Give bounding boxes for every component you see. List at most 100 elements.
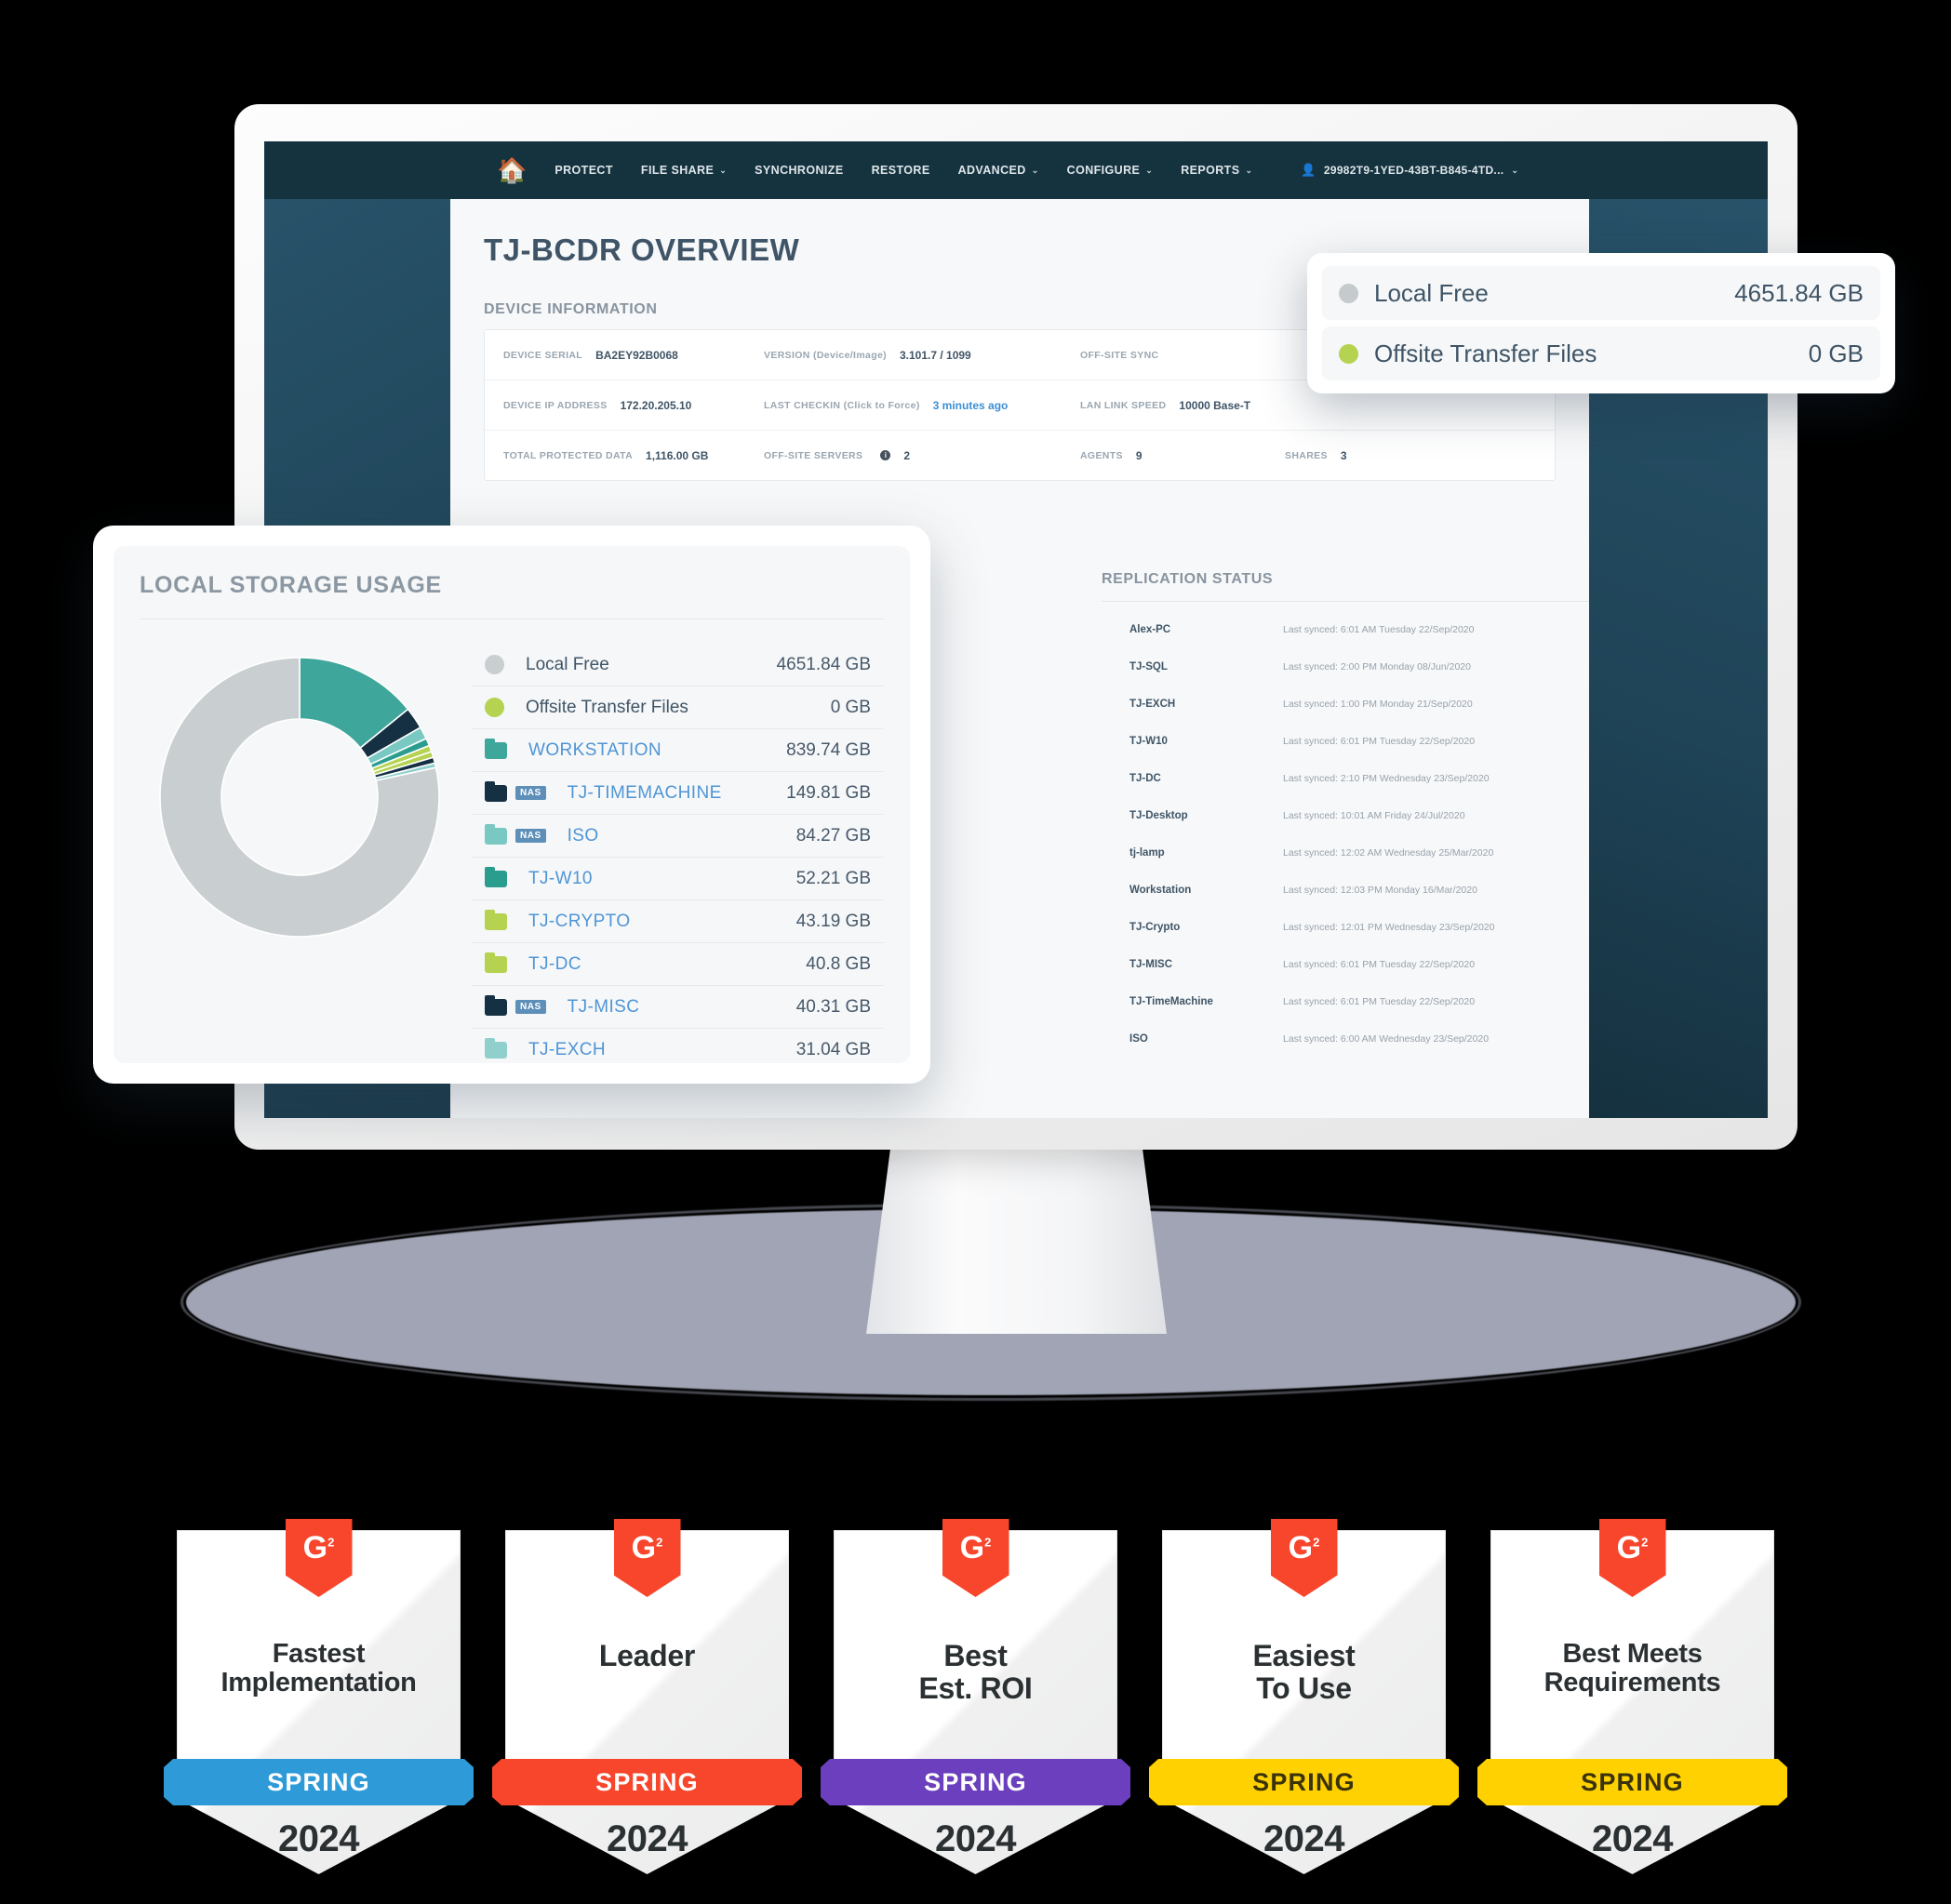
nav-item-configure[interactable]: CONFIGURE ⌄ xyxy=(1067,164,1154,177)
replication-agent-name: TJ-DC xyxy=(1129,773,1161,784)
cell-key: DEVICE SERIAL xyxy=(503,349,583,361)
nav-item-reports[interactable]: REPORTS ⌄ xyxy=(1181,164,1252,177)
storage-legend: Local Free 4651.84 GB Offsite Transfer Fil… xyxy=(472,644,884,1071)
replication-status-title: REPLICATION STATUS xyxy=(1102,571,1274,587)
badge-season-ribbon: SPRING xyxy=(821,1759,1130,1805)
user-account-menu[interactable]: 👤 29982T9-1YED-43BT-B845-4TD... ⌄ xyxy=(1301,163,1518,178)
replication-row: TJ-W10 Last synced: 6:01 PM Tuesday 22/Se… xyxy=(1102,723,1589,760)
replication-agent-name: TJ-Crypto xyxy=(1129,922,1181,933)
home-icon[interactable]: 🏠 xyxy=(497,158,527,182)
nas-badge: NAS xyxy=(515,1000,546,1014)
offsite-servers-cell: OFF-SITE SERVERS i 2 xyxy=(745,449,1062,462)
legend-left: WORKSTATION xyxy=(472,738,661,761)
chevron-down-icon: ⌄ xyxy=(719,165,728,175)
legend-row: TJ-W10 52.21 GB xyxy=(472,858,884,900)
nav-item-restore[interactable]: RESTORE xyxy=(872,164,930,177)
lan-link-speed-cell: LAN LINK SPEED 10000 Base-T xyxy=(1062,399,1350,412)
cell-value: 2 xyxy=(903,448,911,462)
nav-item-advanced[interactable]: ADVANCED ⌄ xyxy=(958,164,1039,177)
replication-agent-name: tj-lamp xyxy=(1129,847,1165,859)
replication-row: ISO Last synced: 6:00 AM Wednesday 23/Sep… xyxy=(1102,1020,1589,1058)
replication-row: TJ-TimeMachine Last synced: 6:01 PM Tuesd… xyxy=(1102,983,1589,1020)
nav-item-protect[interactable]: PROTECT xyxy=(555,164,613,177)
replication-row: TJ-EXCH Last synced: 1:00 PM Monday 21/Se… xyxy=(1102,686,1589,723)
nas-badge: NAS xyxy=(515,786,546,800)
folder-icon xyxy=(485,866,507,887)
replication-row: tj-lamp Last synced: 12:02 AM Wednesday 2… xyxy=(1102,834,1589,872)
legend-label[interactable]: TJ-EXCH xyxy=(528,1040,606,1060)
legend-left: TJ-CRYPTO xyxy=(472,909,631,932)
badge-title: Leader xyxy=(598,1639,696,1672)
divider xyxy=(1102,601,1589,602)
replication-last-synced: Last synced: 6:01 PM Tuesday 22/Sep/2020 xyxy=(1283,959,1476,970)
nav-label: FILE SHARE xyxy=(640,164,715,177)
legend-label[interactable]: ISO xyxy=(568,826,599,846)
last-checkin-cell[interactable]: LAST CHECKIN (Click to Force) 3 minutes … xyxy=(745,399,1062,412)
legend-color-dot xyxy=(1339,283,1358,303)
total-protected-data-cell: TOTAL PROTECTED DATA 1,116.00 GB xyxy=(485,449,745,462)
chevron-down-icon: ⌄ xyxy=(1245,165,1253,175)
nav-label: SYNCHRONIZE xyxy=(755,164,844,177)
g2-badge: G2 Best Est. ROI SPRING 2024 xyxy=(821,1519,1130,1874)
replication-last-synced: Last synced: 10:01 AM Friday 24/Jul/2020 xyxy=(1283,810,1465,821)
info-icon[interactable]: i xyxy=(880,450,891,460)
replication-last-synced: Last synced: 6:01 PM Tuesday 22/Sep/2020 xyxy=(1283,996,1476,1007)
legend-row: TJ-CRYPTO 43.19 GB xyxy=(472,900,884,943)
cell-value[interactable]: 3 minutes ago xyxy=(933,399,1009,412)
badge-year: 2024 xyxy=(278,1818,359,1859)
replication-agent-name: TJ-SQL xyxy=(1129,661,1168,672)
legend-row: TJ-EXCH 31.04 GB xyxy=(472,1029,884,1071)
nav-label: ADVANCED xyxy=(957,164,1026,177)
legend-row: WORKSTATION 839.74 GB xyxy=(472,729,884,772)
replication-last-synced: Last synced: 12:02 AM Wednesday 25/Mar/2… xyxy=(1283,847,1494,859)
legend-row: Offsite Transfer Files 0 GB xyxy=(472,686,884,729)
legend-label[interactable]: TJ-W10 xyxy=(528,869,593,889)
legend-left: NAS TJ-TIMEMACHINE xyxy=(472,780,722,804)
legend-color-dot xyxy=(485,655,504,674)
g2-badge: G2 Fastest Implementation SPRING 2024 xyxy=(164,1519,474,1874)
cell-value: 3.101.7 / 1099 xyxy=(900,348,971,362)
badge-title: Fastest Implementation xyxy=(220,1639,417,1698)
legend-label[interactable]: WORKSTATION xyxy=(528,740,661,761)
legend-value: 84.27 GB xyxy=(795,825,871,845)
cell-key: SHARES xyxy=(1285,449,1328,461)
legend-value: 52.21 GB xyxy=(795,868,871,888)
legend-row: TJ-DC 40.8 GB xyxy=(472,943,884,986)
legend-label[interactable]: TJ-CRYPTO xyxy=(528,912,631,932)
folder-icon xyxy=(485,994,507,1016)
legend-label[interactable]: TJ-MISC xyxy=(568,997,640,1018)
nav-label: PROTECT xyxy=(555,164,613,177)
g2-badge: G2 Leader SPRING 2024 xyxy=(492,1519,802,1874)
cell-value: 172.20.205.10 xyxy=(620,398,692,412)
nav-item-synchronize[interactable]: SYNCHRONIZE xyxy=(755,164,843,177)
legend-value: 149.81 GB xyxy=(786,782,871,803)
legend-label: Offsite Transfer Files xyxy=(526,697,688,717)
user-account-label: 29982T9-1YED-43BT-B845-4TD... xyxy=(1323,164,1504,177)
top-navigation-bar: 🏠 PROTECT FILE SHARE ⌄ SYNCHRONIZE RESTO… xyxy=(264,141,1768,199)
cell-key: LAN LINK SPEED xyxy=(1080,399,1167,411)
replication-row: Alex-PC Last synced: 6:01 AM Tuesday 22/S… xyxy=(1102,611,1589,648)
replication-agent-name: Workstation xyxy=(1129,885,1192,896)
badge-title: Best Meets Requirements xyxy=(1543,1639,1721,1698)
cell-key: VERSION (Device/Image) xyxy=(764,349,887,361)
replication-agent-name: TJ-Desktop xyxy=(1129,810,1188,821)
g2-badge: G2 Easiest To Use SPRING 2024 xyxy=(1149,1519,1459,1874)
nav-item-file-share[interactable]: FILE SHARE ⌄ xyxy=(641,164,727,177)
badge-season-ribbon: SPRING xyxy=(1477,1759,1787,1805)
legend-value: 40.31 GB xyxy=(795,996,871,1017)
tooltip-row-offsite-transfer-files: Offsite Transfer Files 0 GB xyxy=(1322,326,1880,380)
folder-icon xyxy=(485,1037,507,1059)
badge-season-ribbon: SPRING xyxy=(1149,1759,1459,1805)
legend-value: 839.74 GB xyxy=(786,739,871,760)
replication-agent-name: TJ-MISC xyxy=(1129,959,1172,970)
replication-agent-name: TJ-EXCH xyxy=(1129,699,1176,710)
folder-icon xyxy=(485,909,507,930)
legend-row: Local Free 4651.84 GB xyxy=(472,644,884,686)
legend-label[interactable]: TJ-TIMEMACHINE xyxy=(568,783,722,804)
legend-label[interactable]: TJ-DC xyxy=(528,954,581,975)
replication-last-synced: Last synced: 1:00 PM Monday 21/Sep/2020 xyxy=(1283,699,1473,710)
chevron-down-icon: ⌄ xyxy=(1031,165,1039,175)
storage-tooltip-card: Local Free 4651.84 GB Offsite Transfer F… xyxy=(1307,253,1895,393)
replication-row: TJ-Desktop Last synced: 10:01 AM Friday 2… xyxy=(1102,797,1589,834)
local-storage-usage-title: LOCAL STORAGE USAGE xyxy=(140,572,442,598)
